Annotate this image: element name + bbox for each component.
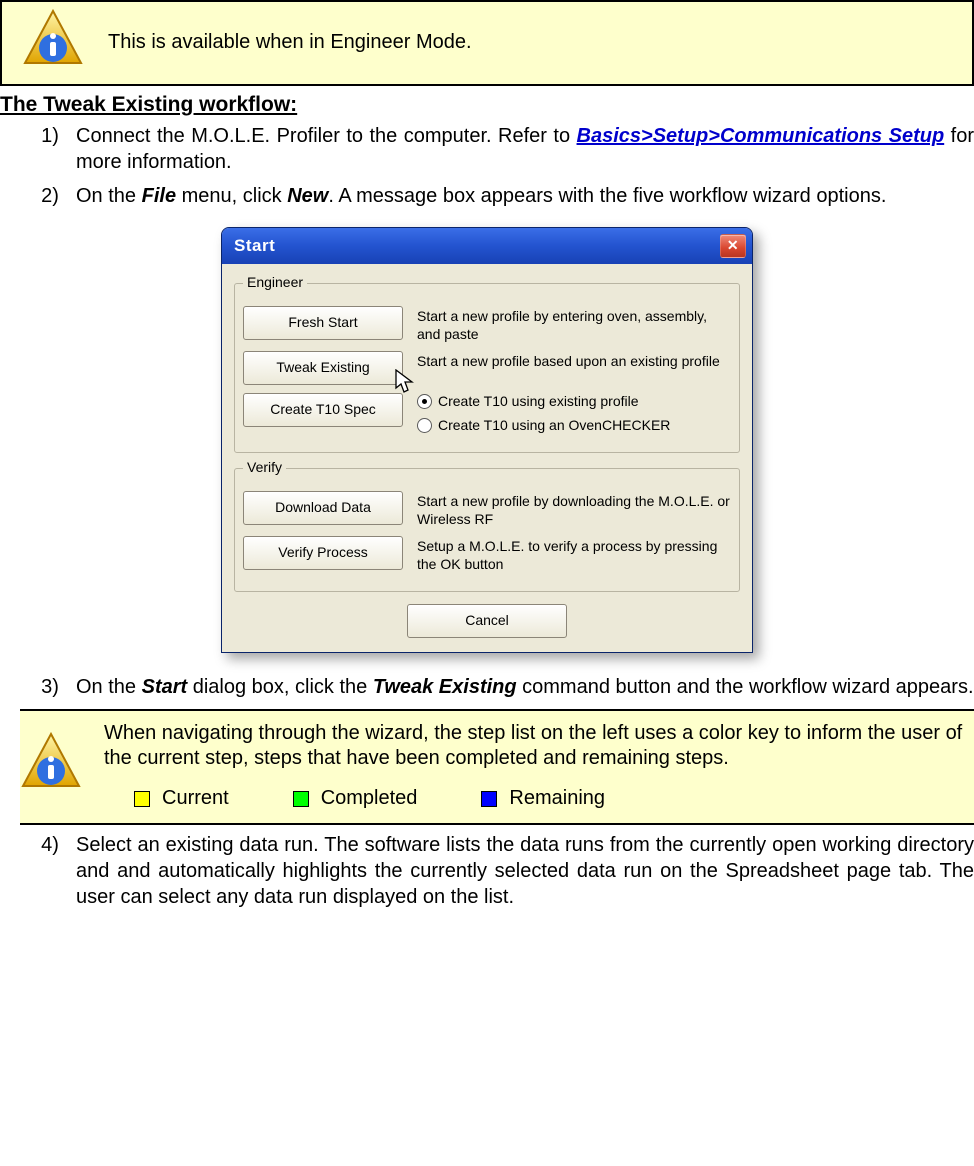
color-key-text: When navigating through the wizard, the … — [104, 721, 966, 772]
steps-list-cont: On the Start dialog box, click the Tweak… — [0, 675, 974, 701]
section-heading: The Tweak Existing workflow: — [0, 92, 974, 119]
swatch-current — [134, 791, 150, 807]
legend-completed: Completed — [321, 786, 418, 812]
verify-process-desc: Setup a M.O.L.E. to verify a process by … — [417, 536, 731, 573]
dialog-title: Start — [234, 235, 275, 257]
download-data-desc: Start a new profile by downloading the M… — [417, 491, 731, 528]
info-callout-text: This is available when in Engineer Mode. — [108, 30, 472, 56]
dialog-titlebar: Start ✕ — [222, 228, 752, 264]
step-1: Connect the M.O.L.E. Profiler to the com… — [70, 124, 974, 175]
legend-current: Current — [162, 786, 229, 812]
start-dialog-figure: Start ✕ Engineer Fresh Start Start a new… — [0, 227, 974, 653]
group-engineer-legend: Engineer — [243, 274, 307, 292]
swatch-remaining — [481, 791, 497, 807]
fresh-start-desc: Start a new profile by entering oven, as… — [417, 306, 731, 343]
link-comm-setup[interactable]: Basics>Setup>Communications Setup — [577, 125, 945, 147]
tweak-existing-button[interactable]: Tweak Existing — [243, 351, 403, 385]
fresh-start-button[interactable]: Fresh Start — [243, 306, 403, 340]
cursor-icon — [395, 369, 415, 395]
color-key-legend: Current Completed Remaining — [104, 786, 966, 812]
verify-process-button[interactable]: Verify Process — [243, 536, 403, 570]
cancel-button[interactable]: Cancel — [407, 604, 567, 638]
download-data-button[interactable]: Download Data — [243, 491, 403, 525]
tweak-existing-desc: Start a new profile based upon an existi… — [417, 351, 731, 371]
create-t10-button[interactable]: Create T10 Spec — [243, 393, 403, 427]
steps-list-cont2: Select an existing data run. The softwar… — [0, 833, 974, 910]
steps-list: Connect the M.O.L.E. Profiler to the com… — [0, 124, 974, 209]
step-2: On the File menu, click New. A message b… — [70, 184, 974, 210]
menu-file: File — [142, 185, 176, 207]
step-3: On the Start dialog box, click the Tweak… — [70, 675, 974, 701]
info-callout-engineer-mode: This is available when in Engineer Mode. — [0, 0, 974, 86]
step-4: Select an existing data run. The softwar… — [70, 833, 974, 910]
radio-t10-ovenchecker[interactable]: Create T10 using an OvenCHECKER — [417, 417, 731, 435]
menu-new: New — [287, 185, 328, 207]
radio-t10-existing[interactable]: Create T10 using existing profile — [417, 393, 731, 411]
swatch-completed — [293, 791, 309, 807]
dlg-name-start: Start — [142, 676, 188, 698]
dialog-close-button[interactable]: ✕ — [720, 234, 746, 258]
info-callout-color-key: When navigating through the wizard, the … — [20, 709, 974, 826]
group-engineer: Engineer Fresh Start Start a new profile… — [234, 274, 740, 453]
start-dialog: Start ✕ Engineer Fresh Start Start a new… — [221, 227, 753, 653]
info-icon — [20, 731, 82, 801]
group-verify: Verify Download Data Start a new profile… — [234, 459, 740, 592]
info-icon — [22, 8, 84, 78]
legend-remaining: Remaining — [509, 786, 605, 812]
group-verify-legend: Verify — [243, 459, 286, 477]
btn-name-tweak: Tweak Existing — [373, 676, 517, 698]
